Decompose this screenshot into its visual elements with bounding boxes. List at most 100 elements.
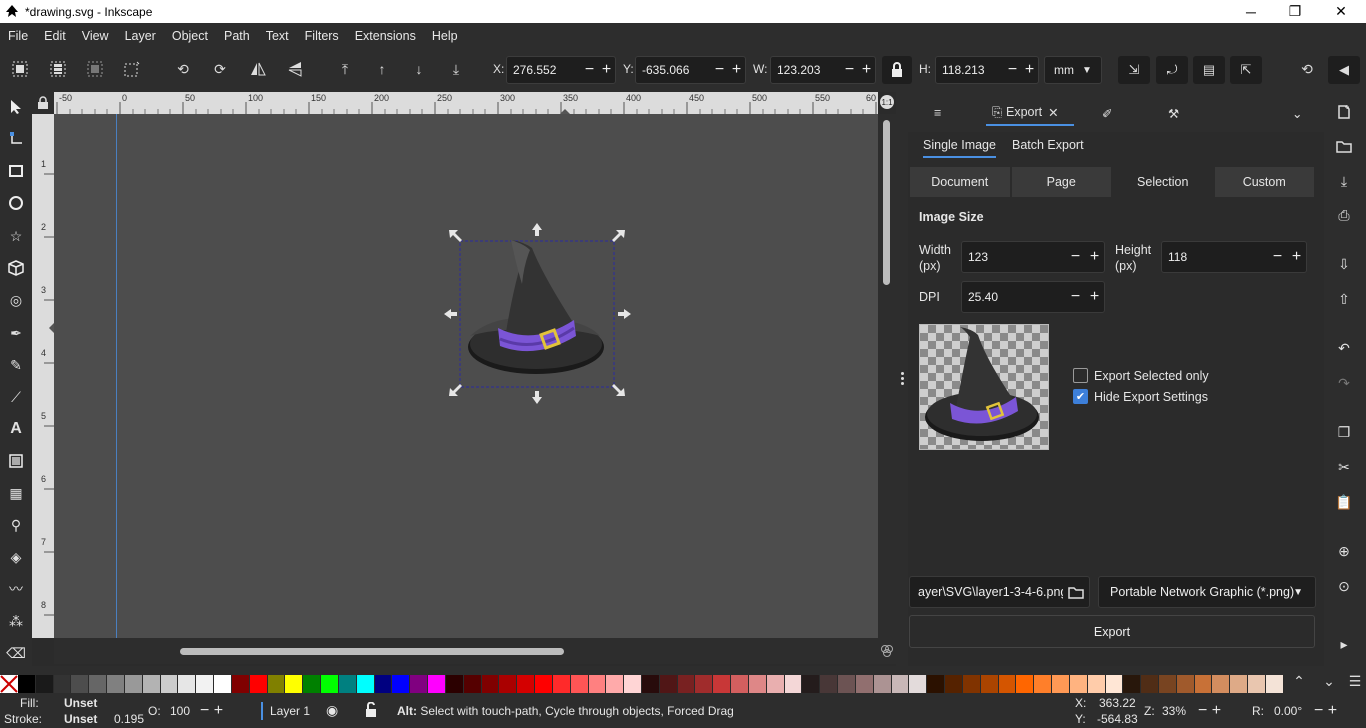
color-manage-icon[interactable] (878, 638, 896, 664)
snap-toggle-icon[interactable]: ⟲ (1296, 58, 1318, 80)
color-swatch[interactable] (53, 675, 72, 693)
touch-select-icon[interactable] (121, 58, 143, 80)
color-swatch[interactable] (909, 675, 928, 693)
calligraphy-tool-icon[interactable]: ⟋ (5, 386, 27, 408)
check-icon[interactable]: ✔ (1073, 389, 1088, 404)
menu-help[interactable]: Help (424, 29, 466, 43)
tab-fill-stroke[interactable]: ✐ (1102, 100, 1112, 126)
color-swatch[interactable] (891, 675, 910, 693)
eye-icon[interactable]: ◉ (326, 702, 338, 719)
color-swatch[interactable] (980, 675, 999, 693)
color-swatch[interactable] (1034, 675, 1053, 693)
color-swatch[interactable] (1123, 675, 1142, 693)
export-filename-field[interactable]: ayer\SVG\layer1-3-4-6.png (909, 576, 1090, 608)
color-swatch[interactable] (1212, 675, 1231, 693)
color-swatch[interactable] (1176, 675, 1195, 693)
color-swatch[interactable] (820, 675, 839, 693)
color-swatch[interactable] (463, 675, 482, 693)
hide-export-settings-checkbox[interactable]: ✔ Hide Export Settings (1073, 389, 1208, 404)
color-swatch[interactable] (196, 675, 215, 693)
color-swatch[interactable] (107, 675, 125, 693)
vertical-ruler[interactable]: 1 2 3 4 5 6 7 8 (32, 114, 54, 638)
raise-icon[interactable]: ↑ (371, 58, 393, 80)
color-swatch[interactable] (249, 675, 268, 693)
color-swatch[interactable] (624, 675, 642, 693)
color-swatch[interactable] (606, 675, 625, 693)
gradient-tool-icon[interactable] (5, 450, 27, 472)
palette-scroll-up-icon[interactable]: ⌃ (1286, 670, 1312, 692)
node-tool-icon[interactable] (5, 127, 27, 149)
eraser-tool-icon[interactable]: ⌫ (5, 642, 27, 664)
rotate-value[interactable]: 0.00° (1274, 704, 1302, 718)
color-swatch[interactable] (142, 675, 161, 693)
cut-icon[interactable]: ✂ (1333, 456, 1355, 478)
color-swatch[interactable] (499, 675, 518, 693)
dpi-value[interactable]: 25.40 (962, 290, 1066, 304)
undo-icon[interactable]: ↶ (1333, 337, 1355, 359)
select-all-layers-icon[interactable] (47, 58, 69, 80)
color-swatch[interactable] (303, 675, 322, 693)
import-icon[interactable]: ⇩ (1333, 253, 1355, 275)
color-swatch[interactable] (481, 675, 500, 693)
color-swatch[interactable] (392, 675, 411, 693)
color-swatch[interactable] (178, 675, 197, 693)
paste-icon[interactable]: 📋 (1333, 491, 1355, 513)
color-swatch[interactable] (231, 675, 250, 693)
color-swatch[interactable] (695, 675, 714, 693)
menu-edit[interactable]: Edit (36, 29, 74, 43)
print-icon[interactable]: ⎙ (1333, 204, 1355, 226)
color-swatch[interactable] (338, 675, 357, 693)
stroke-width[interactable]: 0.195 (114, 712, 144, 726)
menu-path[interactable]: Path (216, 29, 258, 43)
color-swatch[interactable] (124, 675, 143, 693)
collapse-controls-button[interactable]: ◀ (1328, 56, 1360, 84)
x-stepper[interactable]: − + (581, 61, 615, 79)
lower-to-bottom-icon[interactable]: ⤓ (445, 58, 467, 80)
scale-stroke-button[interactable]: ⇲ (1118, 56, 1150, 84)
select-all-icon[interactable] (9, 58, 31, 80)
rectangle-tool-icon[interactable] (5, 160, 27, 182)
color-swatch[interactable] (89, 675, 108, 693)
color-swatch[interactable] (160, 675, 179, 693)
menu-file[interactable]: File (0, 29, 36, 43)
color-swatch[interactable] (659, 675, 678, 693)
witch-hat-drawing[interactable] (468, 240, 604, 374)
rotate-ccw-icon[interactable]: ⟲ (172, 58, 194, 80)
scale-radii-button[interactable]: ⤾ (1156, 56, 1188, 84)
width-field[interactable]: 123 − + (961, 241, 1105, 273)
copy-icon[interactable]: ❐ (1333, 421, 1355, 443)
close-tab-icon[interactable]: ✕ (1048, 105, 1058, 120)
color-swatch[interactable] (1105, 675, 1124, 693)
pencil-tool-icon[interactable]: ✎ (5, 354, 27, 376)
x-spinbox[interactable]: 276.552 − + (506, 56, 616, 84)
y-stepper[interactable]: − + (711, 61, 745, 79)
color-swatch[interactable] (802, 675, 821, 693)
unit-select[interactable]: mm ▼ (1044, 56, 1102, 84)
tab-export[interactable]: ⎘ Export ✕ (986, 100, 1074, 126)
selection-overlay[interactable] (54, 114, 878, 638)
color-swatch[interactable] (214, 675, 232, 693)
w-value[interactable]: 123.203 (771, 63, 841, 77)
close-window-button[interactable]: ✕ (1318, 0, 1364, 23)
area-custom-button[interactable]: Custom (1213, 166, 1315, 198)
color-swatch[interactable] (1052, 675, 1070, 693)
flip-vertical-icon[interactable] (284, 58, 306, 80)
unlock-icon[interactable] (364, 701, 378, 721)
color-swatch[interactable] (838, 675, 856, 693)
color-swatch[interactable] (998, 675, 1017, 693)
spiral-tool-icon[interactable]: ◎ (5, 289, 27, 311)
color-swatch[interactable] (641, 675, 660, 693)
canvas[interactable] (54, 114, 878, 638)
raise-to-top-icon[interactable]: ⤒ (334, 58, 356, 80)
open-document-icon[interactable] (1333, 135, 1355, 157)
color-swatch[interactable] (962, 675, 981, 693)
fill-value[interactable]: Unset (64, 696, 97, 710)
color-swatch[interactable] (552, 675, 571, 693)
color-swatch[interactable] (1194, 675, 1213, 693)
color-swatch[interactable] (428, 675, 446, 693)
lock-ratio-button[interactable] (882, 56, 912, 84)
w-spinbox[interactable]: 123.203 − + (770, 56, 876, 84)
rotate-stepper[interactable]: − + (1314, 702, 1337, 720)
transform-gradient-button[interactable]: ▤ (1193, 56, 1225, 84)
export-button[interactable]: Export (909, 615, 1315, 648)
